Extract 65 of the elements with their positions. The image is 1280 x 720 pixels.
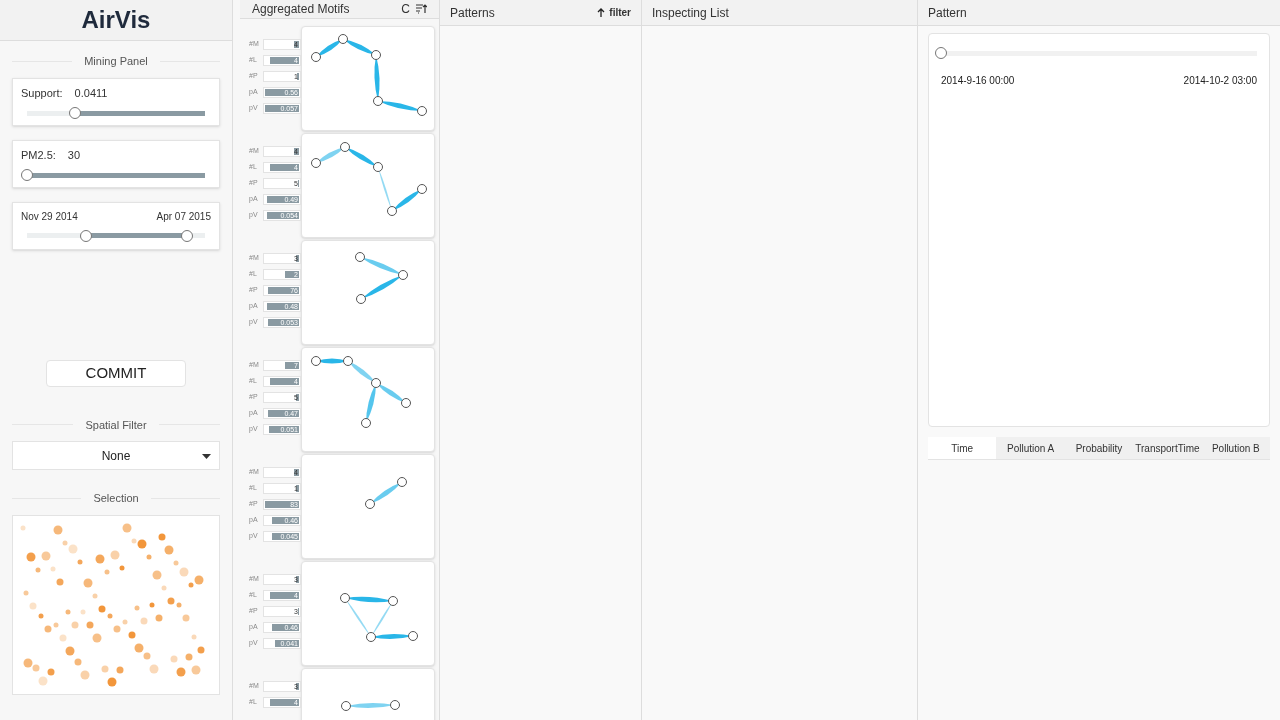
tab[interactable]: Probability — [1064, 437, 1134, 459]
graph-node — [401, 398, 411, 408]
spatial-filter-dropdown[interactable]: None — [12, 441, 220, 470]
graph-node — [387, 206, 397, 216]
graph-node — [340, 142, 350, 152]
slider-thumb[interactable] — [79, 229, 92, 242]
support-value: 0.0411 — [74, 85, 108, 101]
graph-node — [373, 96, 383, 106]
tab[interactable]: Pollution B — [1201, 437, 1271, 459]
section-title: Spatial Filter — [85, 417, 147, 433]
caret-icon — [202, 454, 211, 459]
pm25-label: PM2.5: — [21, 147, 56, 163]
graph-node — [311, 158, 321, 168]
tab[interactable]: Time — [928, 437, 997, 459]
sort-icon[interactable] — [416, 4, 427, 14]
graph-node — [417, 106, 427, 116]
end-time: 2014-10-2 03:00 — [1183, 74, 1257, 88]
arrow-up-icon — [597, 8, 606, 17]
graph-node — [417, 184, 427, 194]
start-date: Nov 29 2014 — [21, 209, 78, 224]
graph-node — [373, 162, 383, 172]
graph-node — [338, 34, 348, 44]
graph-node — [365, 499, 375, 509]
motif-card[interactable] — [301, 240, 435, 345]
graph-node — [341, 701, 351, 711]
filter-button[interactable]: filter — [597, 5, 631, 20]
graph-node — [355, 252, 365, 262]
panel-title: Aggregated Motifs — [252, 1, 350, 18]
graph-node — [371, 378, 381, 388]
graph-node — [340, 593, 350, 603]
motif-card[interactable] — [301, 26, 435, 131]
slider-thumb[interactable] — [69, 107, 82, 119]
support-label: Support: — [21, 85, 63, 101]
graph-node — [408, 631, 418, 641]
slider-thumb[interactable] — [21, 169, 33, 181]
commit-button[interactable]: COMMIT — [46, 359, 186, 387]
graph-node — [366, 632, 376, 642]
selection-plot[interactable] — [12, 514, 220, 695]
section-title: Mining Panel — [84, 54, 148, 69]
slider-thumb[interactable] — [935, 47, 947, 59]
graph-node — [398, 270, 408, 280]
graph-node — [371, 50, 381, 60]
start-time: 2014-9-16 00:00 — [941, 74, 1015, 88]
panel-title: Inspecting List — [652, 4, 729, 22]
motif-card[interactable] — [301, 133, 435, 238]
end-date: Apr 07 2015 — [156, 209, 211, 224]
graph-node — [311, 52, 321, 62]
graph-node — [388, 596, 398, 606]
graph-node — [397, 477, 407, 487]
panel-title: Pattern — [928, 4, 967, 22]
motif-card[interactable] — [301, 561, 435, 666]
graph-node — [390, 700, 400, 710]
panel-title: Patterns — [450, 4, 495, 22]
section-title: Selection — [93, 491, 139, 506]
tab[interactable]: TransportTime — [1133, 437, 1202, 459]
slider-thumb[interactable] — [181, 229, 194, 242]
pm25-value: 30 — [67, 147, 81, 163]
motif-card[interactable] — [301, 347, 435, 452]
app-title: AirVis — [81, 5, 151, 35]
sort-label[interactable]: C — [401, 0, 410, 18]
graph-node — [311, 356, 321, 366]
tab[interactable]: Pollution A — [996, 437, 1065, 459]
graph-node — [343, 356, 353, 366]
graph-node — [356, 294, 366, 304]
graph-node — [361, 418, 371, 428]
